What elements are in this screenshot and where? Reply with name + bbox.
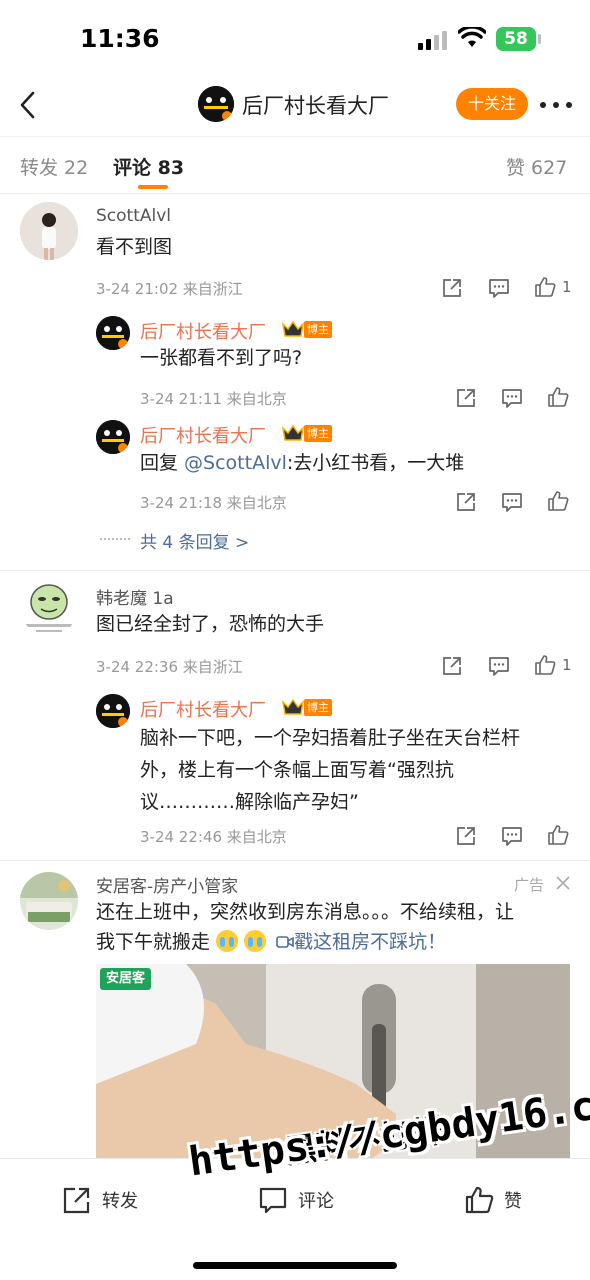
reply-username[interactable]: 后厂村长看大厂: [140, 318, 266, 344]
reply-text-line-3: 议…………解除临产孕妇”: [140, 791, 359, 813]
comment-icon[interactable]: [501, 387, 523, 409]
repost-label: 转发: [102, 1191, 138, 1212]
back-arrow-icon[interactable]: [14, 90, 44, 120]
blogger-label: 博主: [304, 425, 332, 442]
ad-avatar[interactable]: [20, 872, 78, 930]
blogger-avatar[interactable]: [96, 694, 130, 728]
ad-text-line-1: 还在上班中，突然收到房东消息。。。不给续租，让: [96, 901, 515, 923]
like-label: 赞: [504, 1191, 522, 1212]
reply-username[interactable]: 后厂村长看大厂: [140, 696, 266, 722]
comment-icon[interactable]: [501, 491, 523, 513]
anjuke-logo: 安居客: [100, 968, 152, 990]
tab-bar: 转发 22 评论 83 赞 627: [0, 136, 590, 194]
wifi-icon: [458, 27, 486, 47]
comment-meta: 3-24 21:02 来自浙江: [96, 280, 243, 298]
share-icon[interactable]: [455, 387, 477, 409]
reply-prefix: 回复: [140, 452, 185, 474]
mention-link[interactable]: @ScottAlvl: [184, 452, 287, 474]
like-thumb-icon[interactable]: [547, 386, 569, 408]
repost-button[interactable]: 转发: [62, 1185, 162, 1215]
share-icon[interactable]: [441, 655, 463, 677]
blogger-label: 博主: [304, 699, 332, 716]
reply-text-line-1: 脑补一下吧，一个孕妇捂着肚子坐在天台栏杆: [140, 727, 521, 749]
ad-username[interactable]: 安居客-房产小管家: [96, 872, 238, 897]
post-header: 后厂村长看大厂 十关注: [0, 80, 590, 132]
comment-icon[interactable]: [488, 277, 510, 299]
repost-icon: [63, 1187, 90, 1214]
tab-repost[interactable]: 转发 22: [20, 153, 88, 180]
reply-meta: 3-24 21:18 来自北京: [140, 494, 287, 512]
reply-text: 一张都看不到了吗?: [140, 347, 303, 369]
reply-dots: [100, 538, 130, 540]
reply-username[interactable]: 后厂村长看大厂: [140, 422, 266, 448]
comment-text: 图已经全封了，恐怖的大手: [96, 613, 325, 635]
more-replies-link[interactable]: 共 4 条回复 >: [140, 528, 249, 553]
crown-icon: [282, 320, 304, 337]
blogger-avatar[interactable]: [96, 420, 130, 454]
status-bar: 11:36 58: [0, 0, 590, 80]
status-time: 11:36: [80, 24, 160, 53]
comment-meta: 3-24 22:36 来自浙江: [96, 658, 243, 676]
battery-indicator: 58: [496, 27, 536, 51]
video-camera-icon: [276, 936, 294, 948]
comment-username[interactable]: 韩老魔 1a: [96, 584, 174, 609]
comment-username[interactable]: ScottAlvl: [96, 206, 171, 226]
share-icon[interactable]: [441, 277, 463, 299]
blogger-badge: 博主: [282, 698, 334, 716]
reply-body: :去小红书看，一大堆: [286, 452, 465, 474]
share-icon[interactable]: [455, 825, 477, 847]
ad-text-line-2: 我下午就搬走 戳这租房不踩坑！: [96, 926, 446, 959]
crying-emoji-icon: [244, 930, 267, 952]
comment-text: 看不到图: [96, 236, 173, 258]
more-options-icon[interactable]: [540, 102, 572, 110]
blogger-badge: 博主: [282, 320, 334, 338]
divider: [0, 860, 590, 861]
like-thumb-icon[interactable]: [534, 654, 556, 676]
close-icon[interactable]: [554, 874, 572, 892]
reply-meta: 3-24 21:11 来自北京: [140, 390, 287, 408]
like-count: 1: [562, 656, 572, 674]
ad-label: 广告: [514, 876, 545, 894]
active-tab-indicator: [138, 185, 168, 189]
user-avatar[interactable]: [20, 202, 78, 260]
cellular-signal-icon: [418, 30, 450, 50]
user-avatar[interactable]: [20, 578, 78, 636]
blogger-avatar[interactable]: [96, 316, 130, 350]
author-avatar[interactable]: [198, 86, 234, 122]
comment-icon[interactable]: [501, 825, 523, 847]
ad-link[interactable]: 戳这租房不踩坑！: [294, 931, 446, 953]
crown-icon: [282, 424, 304, 441]
comment-button[interactable]: 评论: [258, 1185, 358, 1215]
reply-text-line-2: 外，楼上有一个条幅上面写着“强烈抗: [140, 759, 454, 781]
home-indicator: [193, 1262, 397, 1269]
blogger-badge: 博主: [282, 424, 334, 442]
author-name[interactable]: 后厂村长看大厂: [242, 90, 389, 120]
comment-bubble-icon: [259, 1187, 287, 1214]
crying-emoji-icon: [216, 930, 239, 952]
comment-label: 评论: [298, 1191, 334, 1212]
tab-comments[interactable]: 评论 83: [113, 153, 184, 180]
follow-button[interactable]: 十关注: [456, 88, 528, 120]
reply-meta: 3-24 22:46 来自北京: [140, 828, 287, 846]
share-icon[interactable]: [455, 491, 477, 513]
ad-text: 我下午就搬走: [96, 931, 211, 953]
like-thumb-icon[interactable]: [547, 490, 569, 512]
like-button[interactable]: 赞: [464, 1185, 564, 1215]
tab-likes[interactable]: 赞 627: [506, 153, 567, 180]
battery-tip: [538, 34, 541, 44]
crown-icon: [282, 698, 304, 715]
thumb-up-icon: [465, 1186, 494, 1214]
like-thumb-icon[interactable]: [534, 276, 556, 298]
divider: [0, 570, 590, 571]
blogger-label: 博主: [304, 321, 332, 338]
reply-text: 回复 @ScottAlvl:去小红书看，一大堆: [140, 447, 464, 480]
comment-icon[interactable]: [488, 655, 510, 677]
like-thumb-icon[interactable]: [547, 824, 569, 846]
like-count: 1: [562, 278, 572, 296]
